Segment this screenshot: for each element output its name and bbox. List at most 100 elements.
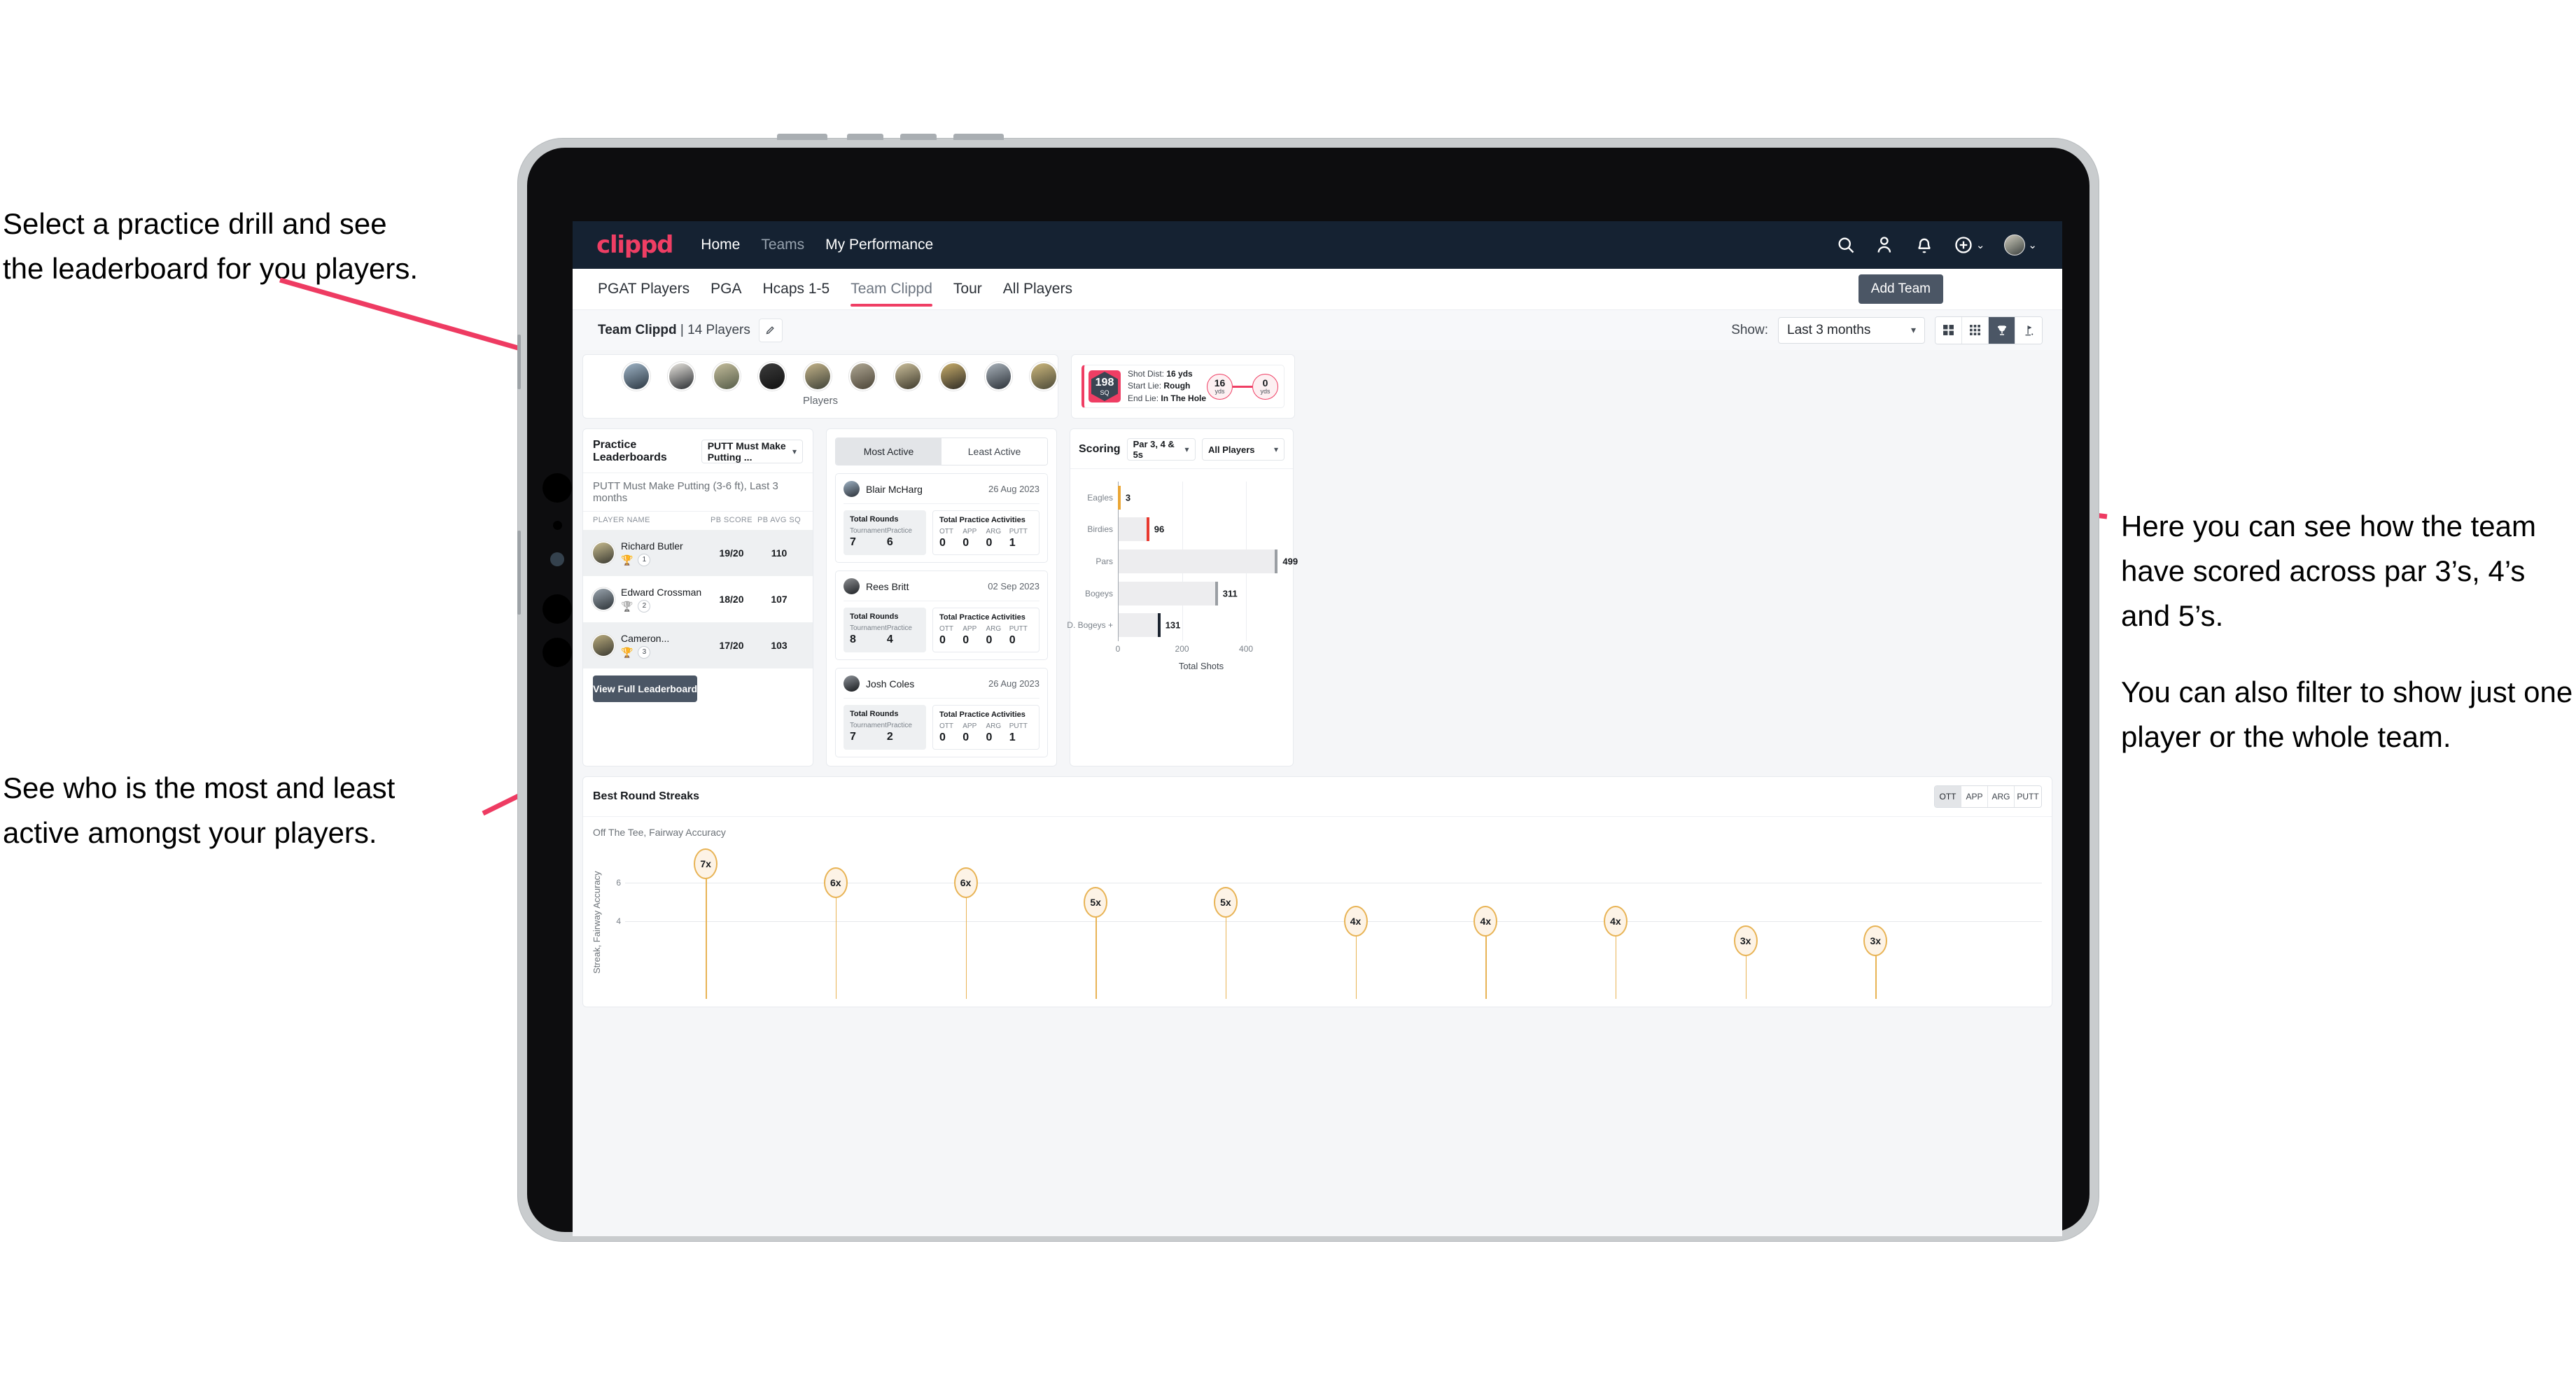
shot-quality-value: 198 [1095, 376, 1114, 388]
plus-circle-icon[interactable] [1954, 235, 1973, 255]
activity-stats: Total Rounds Tournament 7 Practice 6 Total… [844, 510, 1040, 555]
nav-link-home[interactable]: Home [701, 237, 740, 253]
grid-view-icon[interactable] [1935, 316, 1962, 344]
search-icon[interactable] [1836, 235, 1856, 255]
chevron-down-icon[interactable]: ⌄ [2028, 239, 2037, 251]
add-team-button[interactable]: Add Team [1858, 274, 1943, 304]
best-round-streaks-card: Best Round Streaks OTT APP ARG PUTT Off … [582, 776, 2052, 1007]
streak-bubble[interactable]: 5x [1084, 886, 1108, 918]
avatar[interactable] [848, 362, 877, 391]
annotation-paragraph: Here you can see how the team have score… [2121, 510, 2537, 632]
avatar[interactable] [939, 362, 967, 391]
drill-select[interactable]: PUTT Must Make Putting ... ▾ [701, 440, 803, 463]
practice-value: 2 [886, 731, 893, 743]
nav-link-teams[interactable]: Teams [761, 237, 804, 253]
date-range-select[interactable]: Last 3 months ▾ [1778, 316, 1925, 344]
pb-avg-sq-value: 103 [771, 640, 788, 651]
team-name: Team Clippd [598, 322, 677, 337]
chevron-down-icon[interactable]: ⌄ [1976, 239, 1985, 251]
streak-bubble[interactable]: 4x [1474, 906, 1498, 937]
tab-pgat-players[interactable]: PGAT Players [598, 269, 690, 309]
scoring-bar: 3 [1117, 485, 1130, 510]
ott-label: OTT [939, 625, 953, 633]
add-menu[interactable]: ⌄ [1954, 235, 1985, 255]
streaks-tab-app[interactable]: APP [1961, 786, 1988, 807]
tab-tour[interactable]: Tour [953, 269, 982, 309]
streak-bubble[interactable]: 6x [823, 867, 848, 899]
clippd-logo[interactable]: clippd [596, 233, 673, 257]
pb-score-value: 18/20 [719, 594, 744, 605]
scoring-bar-value: 96 [1154, 524, 1165, 535]
shot-quality-unit: SQ [1100, 388, 1110, 396]
avatar[interactable] [894, 362, 922, 391]
list-item[interactable]: Blair McHarg 26 Aug 2023 Total Rounds To… [835, 473, 1048, 563]
scoring-title: Scoring [1079, 443, 1121, 455]
avatar[interactable] [803, 362, 832, 391]
streak-bubble[interactable]: 3x [1733, 925, 1758, 957]
total-rounds-label: Total Rounds [850, 710, 899, 718]
practice-leaderboards-title: Practice Leaderboards [593, 439, 667, 463]
tab-all-players[interactable]: All Players [1003, 269, 1072, 309]
trophy-view-icon[interactable] [1989, 316, 2015, 344]
streaks-tab-ott[interactable]: OTT [1935, 786, 1961, 807]
flag-view-icon[interactable] [2015, 316, 2042, 344]
end-lie-label: End Lie: [1128, 393, 1159, 403]
streak-bubble[interactable]: 7x [694, 848, 718, 879]
tablet-device-frame: clippd Home Teams My Performance ⌄ ⌄ PGA… [517, 134, 2099, 1241]
shot-quality-hexagon: 198 SQ [1091, 372, 1118, 401]
edit-team-button[interactable] [758, 318, 783, 342]
tab-hcaps-1-5[interactable]: Hcaps 1-5 [762, 269, 830, 309]
streaks-header: Best Round Streaks OTT APP ARG PUTT [583, 777, 2052, 816]
avatar[interactable] [622, 362, 650, 391]
total-rounds-box: Total Rounds Tournament 8 Practice 4 [844, 608, 926, 652]
shot-detail-card: 198 SQ Shot Dist: 16 yds Start Lie: Roug… [1071, 354, 1295, 419]
table-row[interactable]: Cameron... 🏆 3 17/20 103 [583, 622, 813, 668]
streak-bubble[interactable]: 5x [1213, 886, 1238, 918]
streak-bubble[interactable]: 4x [1603, 906, 1628, 937]
tab-pga[interactable]: PGA [710, 269, 741, 309]
scoring-bar-row: Eagles 3 [1087, 485, 1130, 510]
end-distance-bubble: 0 yds [1252, 373, 1278, 400]
scoring-bar-row: D. Bogeys + 131 [1067, 613, 1180, 638]
gridline [625, 921, 2042, 923]
tab-most-active[interactable]: Most Active [836, 438, 941, 465]
tile-view-icon[interactable] [1962, 316, 1989, 344]
avatar[interactable] [2004, 234, 2026, 255]
list-item[interactable]: Josh Coles 26 Aug 2023 Total Rounds Tour… [835, 668, 1048, 757]
streaks-tab-putt[interactable]: PUTT [2015, 786, 2041, 807]
par-filter-select[interactable]: Par 3, 4 & 5s ▾ [1126, 438, 1196, 461]
list-item[interactable]: Rees Britt 02 Sep 2023 Total Rounds Tour… [835, 570, 1048, 660]
streaks-tab-arg[interactable]: ARG [1988, 786, 2015, 807]
bell-icon[interactable] [1914, 235, 1934, 255]
streak-bubble[interactable]: 6x [953, 867, 978, 899]
profile-menu[interactable]: ⌄ [2004, 234, 2037, 255]
streak-bubble[interactable]: 3x [1863, 925, 1888, 957]
people-icon[interactable] [1875, 235, 1895, 255]
avatar[interactable] [667, 362, 696, 391]
nav-link-my-performance[interactable]: My Performance [825, 237, 933, 253]
view-full-leaderboard-button[interactable]: View Full Leaderboard [593, 676, 698, 702]
rank-badge: 1 [638, 553, 651, 566]
table-row[interactable]: Edward Crossman 🏆 2 18/20 107 [583, 576, 813, 622]
player-badges: 🏆 2 [621, 599, 708, 612]
practice-value: 4 [886, 634, 893, 645]
streaks-category-toggle: OTT APP ARG PUTT [1934, 785, 2042, 808]
avatar[interactable] [758, 362, 786, 391]
player-filter-select[interactable]: All Players ▾ [1202, 438, 1284, 461]
scoring-card: Scoring Par 3, 4 & 5s ▾ All Players ▾ Ea… [1067, 428, 1298, 766]
putt-value: 1 [1009, 537, 1016, 549]
avatar[interactable] [1030, 362, 1058, 391]
avatar[interactable] [713, 362, 741, 391]
practice-label: Practice [886, 527, 912, 535]
table-row[interactable]: Richard Butler 🏆 1 19/20 110 [583, 530, 813, 576]
tab-team-clippd[interactable]: Team Clippd [850, 269, 932, 309]
player-name: Rees Britt [866, 580, 909, 592]
tab-least-active[interactable]: Least Active [941, 438, 1047, 465]
streak-bubble[interactable]: 4x [1343, 906, 1368, 937]
streaks-plot-area: 4 6 7x 6x 6x 5x 5x 4x 4x 4x 3x 3x [616, 848, 2042, 999]
shot-dist-label: Shot Dist: [1128, 368, 1165, 379]
avatar[interactable] [984, 362, 1013, 391]
scoring-category-label: Bogeys [1084, 588, 1113, 598]
arg-label: ARG [986, 528, 1002, 536]
streaks-lollipop-chart: Streak, Fairway Accuracy 4 6 7x 6x 6x 5x 5x 4x 4… [592, 848, 2042, 999]
